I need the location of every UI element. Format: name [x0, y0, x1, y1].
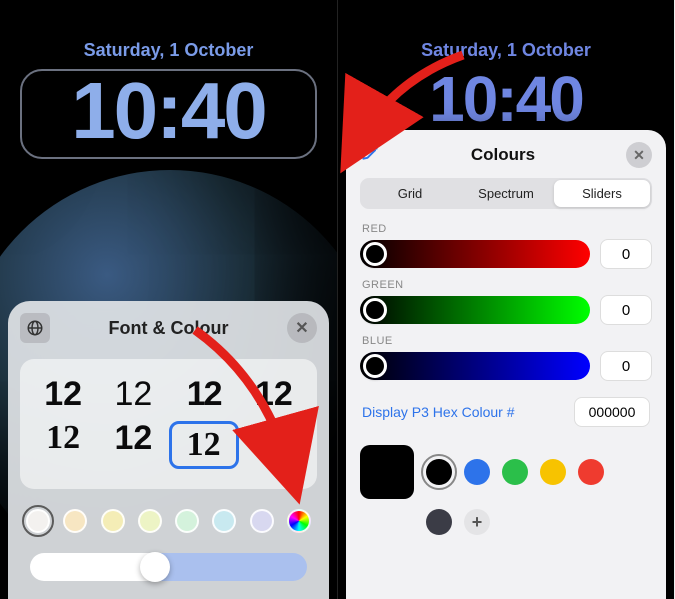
tab-spectrum[interactable]: Spectrum — [458, 180, 554, 207]
font-option-3[interactable]: 12 — [169, 377, 239, 411]
add-preset-button[interactable]: + — [464, 509, 490, 535]
green-thumb[interactable] — [363, 298, 387, 322]
globe-icon[interactable] — [20, 313, 50, 343]
brightness-thumb[interactable] — [140, 552, 170, 582]
font-option-7-selected[interactable]: 12 — [169, 421, 239, 469]
font-colour-sheet: Font & Colour ✕ 12 12 12 12 12 12 12 12 — [8, 301, 329, 599]
colour-swatch-row — [26, 509, 311, 533]
preset-darkgrey[interactable] — [426, 509, 452, 535]
blue-thumb[interactable] — [363, 354, 387, 378]
green-label: GREEN — [362, 279, 650, 291]
font-grid: 12 12 12 12 12 12 12 12 — [20, 359, 317, 489]
font-option-5[interactable]: 12 — [28, 421, 98, 469]
screenshot-left: Saturday, 1 October 10:40 Font & Colour … — [0, 0, 337, 599]
close-icon[interactable]: ✕ — [626, 142, 652, 168]
segmented-control: Grid Spectrum Sliders — [360, 178, 652, 209]
preset-yellow[interactable] — [540, 459, 566, 485]
colours-sheet: Colours ✕ Grid Spectrum Sliders RED 0 GR… — [346, 130, 666, 599]
swatch-3[interactable] — [101, 509, 125, 533]
close-icon[interactable]: ✕ — [287, 313, 317, 343]
green-value[interactable]: 0 — [600, 295, 652, 325]
red-label: RED — [362, 223, 650, 235]
blue-value[interactable]: 0 — [600, 351, 652, 381]
red-value[interactable]: 0 — [600, 239, 652, 269]
lock-screen-time: 10:40 — [338, 67, 674, 131]
preset-black[interactable] — [426, 459, 452, 485]
eyedropper-icon[interactable] — [360, 142, 380, 168]
screenshot-right: Saturday, 1 October 10:40 Colours ✕ Grid… — [337, 0, 674, 599]
red-slider[interactable] — [360, 240, 590, 268]
preset-green[interactable] — [502, 459, 528, 485]
preset-red[interactable] — [578, 459, 604, 485]
sheet-title: Colours — [471, 145, 535, 165]
swatch-4[interactable] — [138, 509, 162, 533]
brightness-slider[interactable] — [30, 553, 307, 581]
font-option-2[interactable]: 12 — [98, 377, 168, 411]
font-option-8[interactable]: 12 — [239, 421, 309, 469]
lock-screen-time-frame[interactable]: 10:40 — [20, 69, 317, 159]
green-slider[interactable] — [360, 296, 590, 324]
swatch-rainbow[interactable] — [287, 509, 311, 533]
tab-sliders[interactable]: Sliders — [554, 180, 650, 207]
blue-label: BLUE — [362, 335, 650, 347]
red-thumb[interactable] — [363, 242, 387, 266]
hex-label: Display P3 Hex Colour # — [362, 404, 515, 420]
swatch-7[interactable] — [250, 509, 274, 533]
swatch-2[interactable] — [63, 509, 87, 533]
lock-screen-date: Saturday, 1 October — [0, 40, 337, 61]
swatch-6[interactable] — [212, 509, 236, 533]
tab-grid[interactable]: Grid — [362, 180, 458, 207]
lock-screen-time: 10:40 — [22, 71, 315, 151]
swatch-5[interactable] — [175, 509, 199, 533]
preset-colours — [360, 445, 652, 499]
font-option-6[interactable]: 12 — [98, 421, 168, 469]
hex-value[interactable]: 000000 — [574, 397, 650, 427]
font-option-1[interactable]: 12 — [28, 377, 98, 411]
preset-blue[interactable] — [464, 459, 490, 485]
font-option-4[interactable]: 12 — [239, 377, 309, 411]
current-colour-preview — [360, 445, 414, 499]
lock-screen-date: Saturday, 1 October — [338, 40, 674, 61]
swatch-1[interactable] — [26, 509, 50, 533]
sheet-title: Font & Colour — [109, 318, 229, 339]
blue-slider[interactable] — [360, 352, 590, 380]
